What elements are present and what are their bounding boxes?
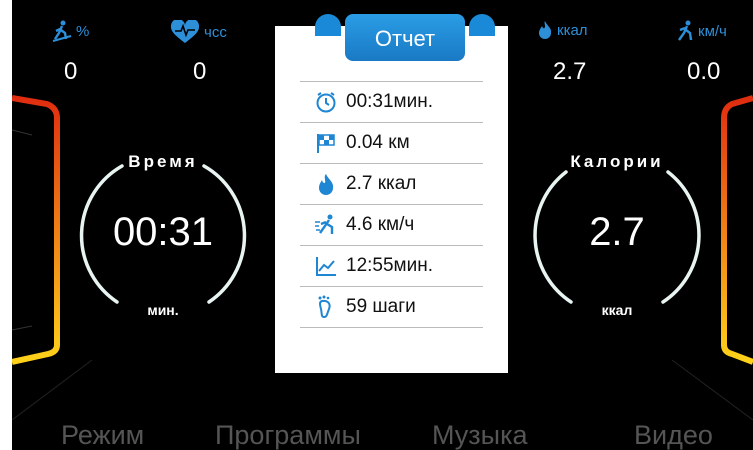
calories-dial-value: 2.7 <box>589 210 645 254</box>
speed-label: км/ч <box>698 22 727 40</box>
tab-music[interactable]: Музыка <box>432 420 528 450</box>
pace-chart-icon <box>314 254 338 278</box>
calories-value: 2.7 <box>553 58 587 85</box>
treadmill-screen: % 0 чсс 0 ккал 2.7 км/ч 0.0 Время 00:31 … <box>12 0 753 450</box>
report-row-pace: 12:55мин. <box>300 245 483 286</box>
incline-label: % <box>76 22 90 40</box>
tab-mode[interactable]: Режим <box>61 420 144 450</box>
calories-dial-title: Калории <box>570 152 664 171</box>
calorie-flame-icon <box>537 20 553 40</box>
report-rows: 00:31мин. 0.04 км 2.7 ккал 4.6 км/ч 12:5… <box>300 81 483 328</box>
report-steps-text: 59 шаги <box>346 296 416 317</box>
tab-programs[interactable]: Программы <box>215 420 361 450</box>
speed-value: 0.0 <box>687 58 721 85</box>
speed-stat: км/ч <box>676 20 727 42</box>
tab-video[interactable]: Видео <box>634 420 713 450</box>
report-calories-text: 2.7 ккал <box>346 173 417 194</box>
report-title: Отчет <box>315 14 495 61</box>
runner-incline-icon <box>52 20 72 42</box>
flame-icon <box>314 172 338 196</box>
time-dial: Время 00:31 мин. <box>77 152 249 324</box>
calories-label: ккал <box>557 21 588 39</box>
report-time-text: 00:31мин. <box>346 91 433 112</box>
right-progress-arc <box>721 95 753 365</box>
report-pace-text: 12:55мин. <box>346 255 433 276</box>
report-row-steps: 59 шаги <box>300 286 483 328</box>
calories-dial-unit: ккал <box>601 302 633 318</box>
left-progress-arc <box>12 95 60 365</box>
finish-flag-icon <box>314 131 338 155</box>
heart-rate-value: 0 <box>193 58 207 85</box>
report-row-time: 00:31мин. <box>300 81 483 122</box>
report-row-calories: 2.7 ккал <box>300 163 483 204</box>
time-dial-unit: мин. <box>147 302 179 318</box>
report-modal[interactable]: Отчет 00:31мин. 0.04 км 2.7 ккал 4.6 км/… <box>275 14 508 373</box>
heart-rate-icon <box>170 20 200 44</box>
heart-rate-label: чсс <box>204 23 227 41</box>
clock-icon <box>314 90 338 114</box>
calories-stat: ккал <box>537 20 588 40</box>
report-distance-text: 0.04 км <box>346 132 410 153</box>
incline-value: 0 <box>64 58 78 85</box>
report-speed-text: 4.6 км/ч <box>346 214 415 235</box>
time-dial-title: Время <box>128 152 198 171</box>
incline-stat: % <box>52 20 89 42</box>
runner-icon <box>314 213 338 237</box>
calories-dial: Калории 2.7 ккал <box>531 152 703 324</box>
footprint-icon <box>314 295 338 319</box>
report-row-distance: 0.04 км <box>300 122 483 163</box>
time-dial-value: 00:31 <box>112 210 214 254</box>
speed-runner-icon <box>676 20 694 42</box>
heart-rate-stat: чсс <box>170 20 227 44</box>
report-row-speed: 4.6 км/ч <box>300 204 483 245</box>
